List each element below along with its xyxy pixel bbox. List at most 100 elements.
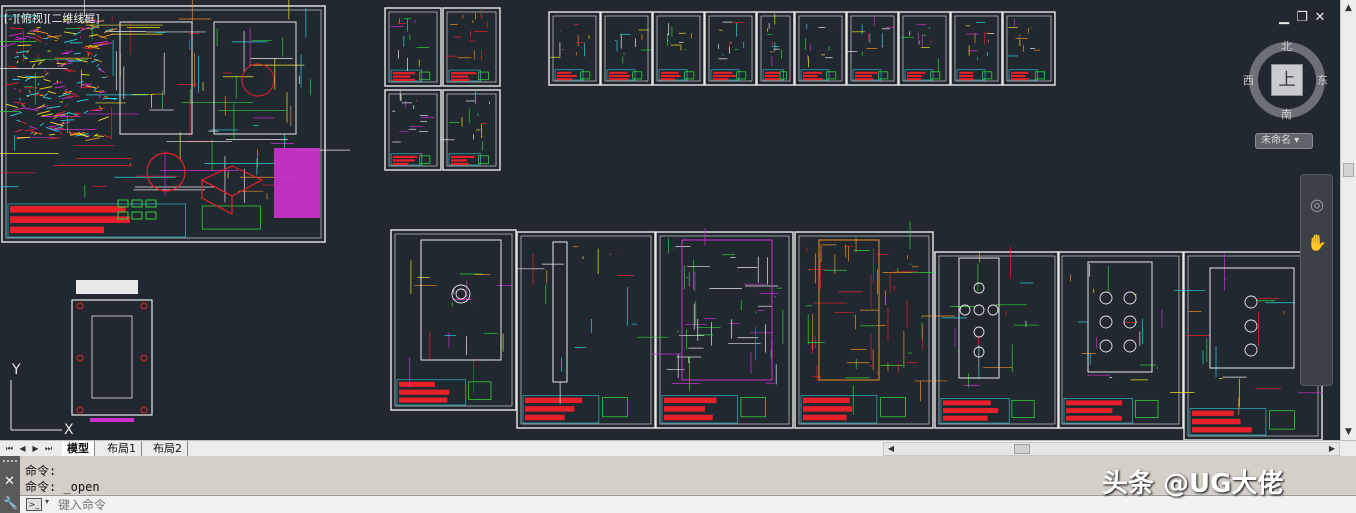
assembly-line bbox=[53, 116, 58, 120]
title-block-fill bbox=[943, 400, 991, 406]
title-block-cell bbox=[602, 397, 628, 418]
tab-layout2[interactable]: 布局2 bbox=[148, 441, 188, 457]
tab-layout1[interactable]: 布局1 bbox=[102, 441, 142, 457]
title-block-fill bbox=[803, 406, 853, 412]
drawing-sheet-border bbox=[794, 11, 847, 86]
title-block-cell bbox=[1269, 410, 1295, 430]
assembly-line bbox=[41, 113, 53, 117]
scroll-down-arrow-icon[interactable]: ▼ bbox=[1341, 424, 1356, 440]
steering-wheel-icon[interactable]: ◎ bbox=[1307, 195, 1327, 215]
title-block-fill bbox=[1192, 418, 1241, 425]
scroll-right-arrow-icon[interactable]: ▶ bbox=[1325, 443, 1339, 455]
vertical-scrollbar[interactable]: ▲ ▼ bbox=[1340, 0, 1356, 440]
command-prompt-icon[interactable]: >_ bbox=[26, 498, 42, 511]
title-block-fill bbox=[451, 72, 477, 75]
compass-south[interactable]: 南 bbox=[1281, 106, 1292, 122]
iso-parts bbox=[145, 199, 157, 208]
assembly-line bbox=[64, 31, 76, 35]
assembly-line bbox=[91, 59, 99, 63]
restore-icon[interactable]: ❐ bbox=[1294, 10, 1310, 26]
plate-hole bbox=[76, 354, 84, 362]
drawing-sheet-frame bbox=[708, 15, 753, 82]
part-outline bbox=[552, 241, 568, 383]
close-command-line-icon[interactable]: ✕ bbox=[4, 475, 15, 489]
assembly-line bbox=[98, 91, 107, 94]
compass-east[interactable]: 东 bbox=[1317, 72, 1328, 88]
minimize-icon[interactable]: ▁ bbox=[1276, 10, 1292, 26]
drawing-sheet-frame bbox=[938, 255, 1056, 425]
part-hole bbox=[1123, 291, 1137, 305]
title-block-fill bbox=[803, 71, 823, 74]
title-block-fill bbox=[609, 71, 628, 74]
next-tab-icon[interactable]: ▶ bbox=[30, 442, 41, 455]
prev-tab-icon[interactable]: ◀ bbox=[17, 442, 28, 455]
title-block-fill bbox=[959, 78, 974, 81]
title-block-fill bbox=[393, 75, 411, 78]
title-block-cell bbox=[982, 71, 993, 80]
drawing-sheet-border bbox=[950, 11, 1003, 86]
title-block-cell bbox=[1011, 399, 1035, 419]
close-icon[interactable]: ✕ bbox=[1312, 10, 1328, 26]
ucs-menu-button[interactable]: 未命名 ▾ bbox=[1255, 133, 1313, 149]
horizontal-scroll-thumb[interactable] bbox=[1014, 444, 1030, 454]
scroll-left-arrow-icon[interactable]: ◀ bbox=[884, 443, 898, 455]
assembly-line bbox=[56, 62, 65, 65]
title-block-fill bbox=[661, 78, 676, 81]
first-tab-icon[interactable]: ⏮ bbox=[4, 442, 15, 455]
assembly-line bbox=[13, 101, 26, 105]
iso-view bbox=[201, 179, 233, 215]
title-block-fill bbox=[393, 159, 415, 162]
title-block-cell bbox=[878, 71, 889, 80]
title-block-fill bbox=[1011, 71, 1029, 74]
assembly-line bbox=[60, 119, 75, 122]
drawing-canvas[interactable]: YX [-][俯视][二维线框] ▁ ❐ ✕ 上 北 南 东 西 未命名 ▾ ◎… bbox=[0, 0, 1340, 440]
assembly-line bbox=[16, 60, 19, 64]
title-block-fill bbox=[10, 205, 126, 213]
assembly-line bbox=[81, 74, 90, 76]
title-block-fill bbox=[713, 74, 736, 78]
assembly-line bbox=[47, 50, 51, 52]
drawing-sheet-border bbox=[548, 11, 601, 86]
command-input[interactable] bbox=[58, 497, 458, 512]
pan-hand-icon[interactable]: ✋ bbox=[1307, 233, 1327, 253]
title-block-fill bbox=[803, 414, 847, 421]
title-block-fill bbox=[399, 381, 435, 387]
title-block-cell bbox=[736, 71, 747, 80]
viewcube[interactable]: 上 北 南 东 西 bbox=[1243, 38, 1329, 122]
grip-handle[interactable] bbox=[3, 460, 17, 466]
title-block-fill bbox=[399, 389, 450, 395]
assembly-line bbox=[82, 47, 93, 50]
assembly-line bbox=[100, 33, 114, 39]
viewport-controls-label[interactable]: [-][俯视][二维线框] bbox=[4, 10, 100, 26]
viewcube-top-face[interactable]: 上 bbox=[1271, 64, 1303, 96]
title-block-fill bbox=[609, 74, 631, 78]
bom-table bbox=[274, 148, 320, 218]
title-block-fill bbox=[525, 414, 565, 421]
chevron-down-icon[interactable]: ▾ bbox=[45, 497, 49, 506]
title-block-cell bbox=[201, 205, 261, 230]
assembly-line bbox=[39, 86, 53, 90]
title-block-fill bbox=[959, 71, 974, 74]
part-hole bbox=[1099, 315, 1113, 329]
compass-west[interactable]: 西 bbox=[1243, 72, 1254, 88]
horizontal-scrollbar[interactable]: ◀ ▶ bbox=[883, 442, 1340, 456]
title-block-fill bbox=[907, 74, 922, 78]
assembly-line bbox=[18, 89, 22, 94]
compass-north[interactable]: 北 bbox=[1281, 38, 1292, 54]
cad-application: YX [-][俯视][二维线框] ▁ ❐ ✕ 上 北 南 东 西 未命名 ▾ ◎… bbox=[0, 0, 1356, 513]
customize-wrench-icon[interactable]: 🔧 bbox=[3, 496, 18, 510]
title-block-fill bbox=[1011, 74, 1026, 78]
layout-tab-bar: ⏮ ◀ ▶ ⏭ 模型 布局1 布局2 ◀ ▶ bbox=[0, 440, 1356, 457]
vertical-scroll-thumb[interactable] bbox=[1343, 163, 1354, 177]
drawing-sheet-border bbox=[1002, 11, 1056, 86]
part-hole bbox=[451, 284, 471, 304]
title-block-fill bbox=[609, 78, 629, 81]
drawing-svg[interactable]: YX bbox=[0, 0, 1340, 440]
scroll-up-arrow-icon[interactable]: ▲ bbox=[1341, 0, 1356, 16]
last-tab-icon[interactable]: ⏭ bbox=[43, 442, 54, 455]
title-block-fill bbox=[393, 78, 415, 82]
part-hole bbox=[1123, 339, 1137, 353]
assembly-section-view bbox=[119, 21, 193, 135]
title-block-cell bbox=[880, 397, 906, 418]
tab-model[interactable]: 模型 bbox=[62, 441, 95, 457]
